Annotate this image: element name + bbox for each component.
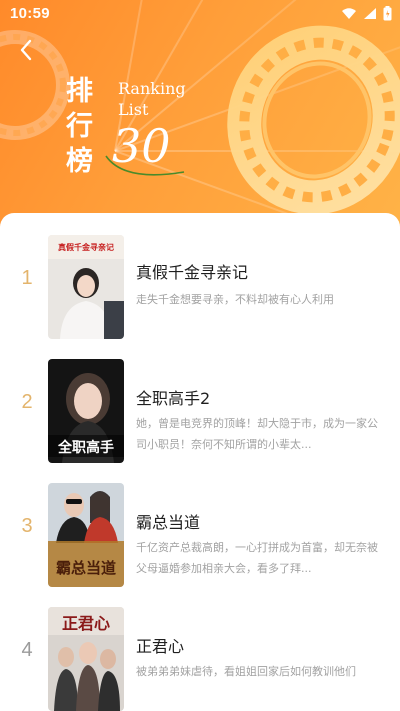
item-title[interactable]: 霸总当道 bbox=[136, 509, 386, 533]
cover-text: 正君心 bbox=[62, 614, 110, 633]
cover-text: 全职高手 bbox=[57, 439, 114, 456]
rank-number: 2 bbox=[21, 391, 33, 413]
chevron-left-icon bbox=[20, 39, 32, 61]
item-title[interactable]: 正君心 bbox=[136, 633, 386, 657]
ranking-list-card: 1 真假千金寻亲记 真假千金寻亲记 走失千金想要寻亲，不料却被有心人利用 2 全… bbox=[0, 213, 400, 711]
list-item[interactable]: 4 正君心 正君心 被弟弟弟妹虐待，看姐姐回家后如何教训他们 bbox=[0, 603, 400, 711]
cover-image[interactable]: 真假千金寻亲记 bbox=[48, 235, 124, 339]
status-bar: 10:59 bbox=[0, 0, 400, 28]
status-time: 10:59 bbox=[10, 5, 50, 22]
ranking-list: 1 真假千金寻亲记 真假千金寻亲记 走失千金想要寻亲，不料却被有心人利用 2 全… bbox=[0, 231, 400, 711]
back-button[interactable] bbox=[12, 36, 40, 64]
cover-image[interactable]: 霸总当道 bbox=[48, 483, 124, 587]
list-item[interactable]: 1 真假千金寻亲记 真假千金寻亲记 走失千金想要寻亲，不料却被有心人利用 bbox=[0, 231, 400, 355]
status-icons bbox=[341, 6, 392, 21]
header-banner: 10:59 排行榜 Ranking List 30 bbox=[0, 0, 400, 240]
item-description: 被弟弟弟妹虐待，看姐姐回家后如何教训他们 bbox=[136, 665, 356, 678]
swoosh-decor-icon bbox=[105, 155, 185, 176]
cover-image[interactable]: 正君心 bbox=[48, 607, 124, 711]
page-title-english: Ranking List bbox=[118, 79, 186, 119]
list-item[interactable]: 2 全职高手 全职高手2 她，曾是电竞界的顶峰！却大隐于市，成为一家公司小职员！… bbox=[0, 355, 400, 479]
list-item[interactable]: 3 霸总当道 霸总当道 千亿资产总裁高朗，一心打拼成为首富，却无奈被父母逼婚参加… bbox=[0, 479, 400, 603]
cover-image[interactable]: 全职高手 bbox=[48, 359, 124, 463]
cover-text: 霸总当道 bbox=[56, 559, 116, 577]
cover-text: 真假千金寻亲记 bbox=[58, 242, 114, 252]
battery-icon bbox=[383, 6, 392, 21]
item-description: 她，曾是电竞界的顶峰！却大隐于市，成为一家公司小职员！奈何不知所谓的小辈太... bbox=[136, 417, 378, 451]
item-description: 千亿资产总裁高朗，一心打拼成为首富，却无奈被父母逼婚参加相亲大会，看多了拜... bbox=[136, 541, 378, 575]
rank-number: 3 bbox=[21, 515, 33, 537]
wifi-icon bbox=[342, 8, 356, 19]
page-title-chinese: 排行榜 bbox=[66, 76, 93, 177]
film-reel-icon bbox=[227, 25, 400, 215]
signal-icon bbox=[364, 8, 376, 19]
rank-number: 4 bbox=[21, 639, 33, 661]
rank-number: 1 bbox=[21, 267, 33, 289]
item-title[interactable]: 真假千金寻亲记 bbox=[136, 259, 386, 283]
item-title[interactable]: 全职高手2 bbox=[136, 385, 386, 409]
item-description: 走失千金想要寻亲，不料却被有心人利用 bbox=[136, 293, 334, 306]
